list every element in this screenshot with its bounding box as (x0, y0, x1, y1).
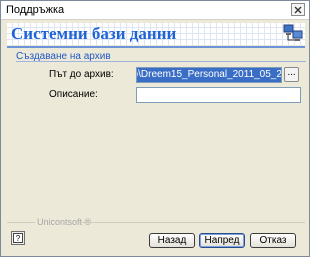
header-divider (7, 46, 305, 48)
footer-divider-right (79, 222, 305, 223)
title-bar[interactable]: Поддръжка (1, 1, 309, 20)
help-icon: ? (13, 233, 23, 243)
window-title: Поддръжка (6, 4, 65, 16)
backup-path-input[interactable]: ckup\Dreem15_Personal_2011_05_26.BAK (136, 67, 282, 83)
next-button[interactable]: Напред (199, 233, 245, 248)
description-label: Описание: (49, 89, 98, 100)
description-input[interactable] (136, 87, 301, 103)
backup-path-value: ckup\Dreem15_Personal_2011_05_26.BAK (137, 69, 282, 80)
close-icon (294, 6, 302, 14)
dialog-window: Поддръжка Системни бази данни Създаване … (0, 0, 310, 257)
page-header: Системни бази данни (7, 23, 305, 45)
section-divider (16, 61, 306, 62)
cancel-button[interactable]: Отказ (250, 233, 296, 248)
svg-text:?: ? (16, 234, 21, 243)
path-label: Път до архив: (49, 69, 114, 80)
back-button[interactable]: Назад (149, 233, 195, 248)
computer-network-icon (283, 24, 303, 41)
footer-divider-left (7, 222, 35, 223)
close-button[interactable] (291, 3, 305, 16)
help-button[interactable]: ? (11, 231, 25, 245)
page-title: Системни бази данни (11, 24, 177, 43)
browse-button[interactable]: ... (284, 67, 299, 82)
